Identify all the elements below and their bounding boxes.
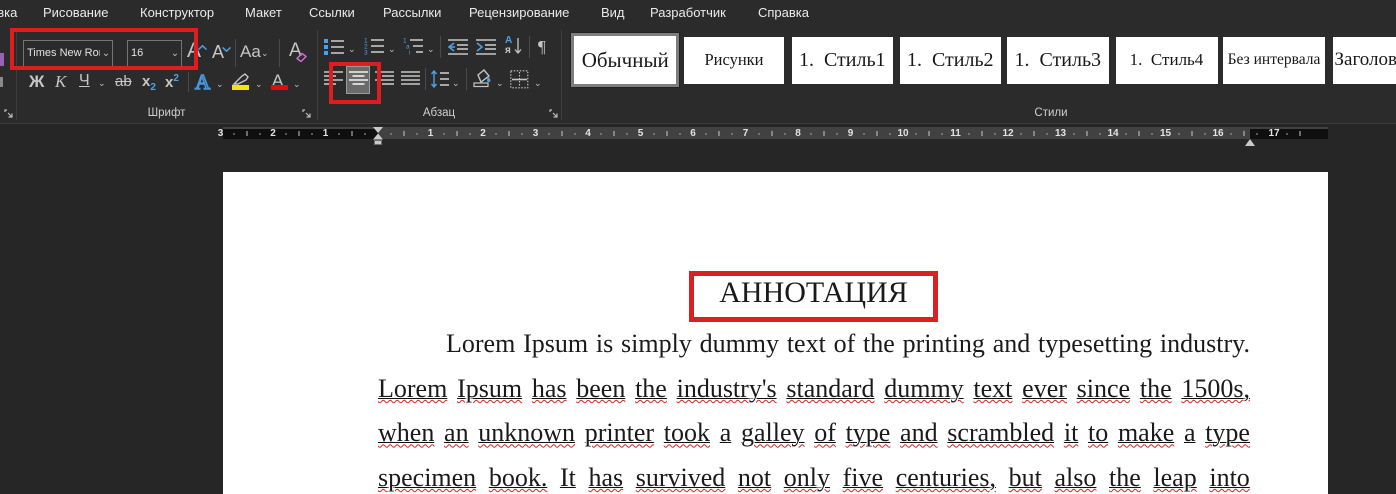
svg-text:i: i [409, 50, 410, 57]
svg-text:3: 3 [364, 50, 368, 57]
